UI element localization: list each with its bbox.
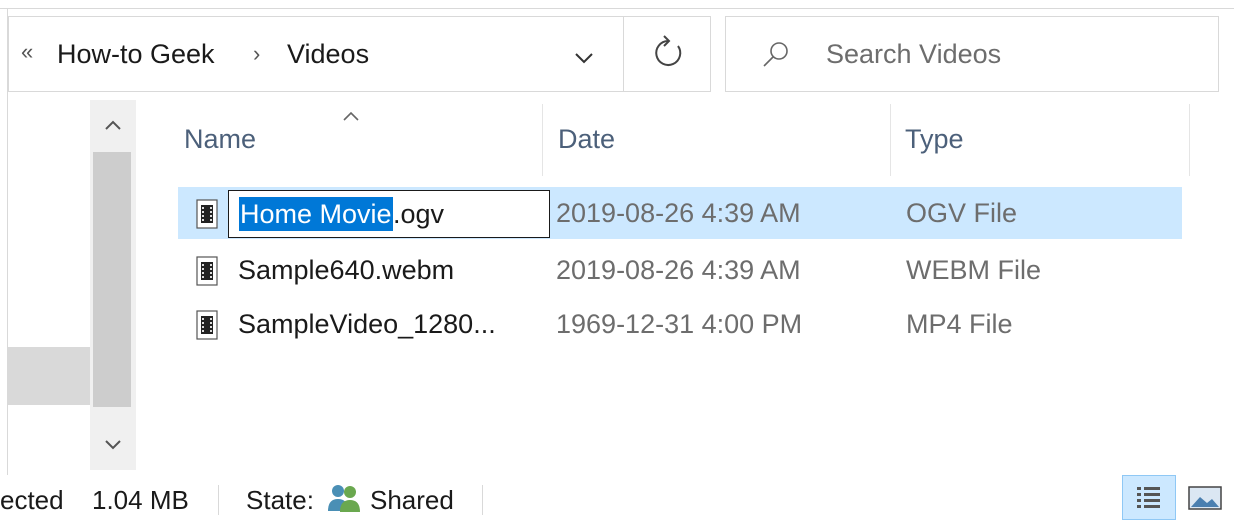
search-icon — [763, 42, 788, 67]
status-selected-count: ected — [0, 485, 64, 515]
video-file-icon — [196, 310, 218, 340]
rename-input[interactable]: Home Movie .ogv — [228, 190, 550, 238]
rename-extension-text: .ogv — [393, 199, 445, 229]
file-date: 2019-08-26 4:39 AM — [556, 255, 801, 285]
column-header-type[interactable]: Type — [890, 104, 1190, 176]
breadcrumb-overflow-button[interactable]: « — [21, 39, 33, 65]
file-date: 2019-08-26 4:39 AM — [556, 198, 801, 228]
window-left-edge — [0, 9, 8, 520]
navigation-selected-item[interactable] — [8, 347, 90, 405]
details-view-button[interactable] — [1122, 475, 1176, 520]
video-file-icon — [196, 199, 218, 229]
breadcrumb-how-to-geek[interactable]: How-to Geek — [57, 39, 215, 70]
file-type: MP4 File — [906, 309, 1013, 339]
status-divider — [482, 485, 483, 515]
status-state-label: State: — [246, 485, 314, 515]
status-size: 1.04 MB — [92, 485, 189, 515]
address-history-dropdown[interactable] — [569, 45, 599, 71]
file-type: WEBM File — [906, 255, 1041, 285]
rename-selected-text: Home Movie — [239, 197, 393, 231]
status-state-value: Shared — [370, 485, 454, 515]
navigation-pane[interactable] — [8, 100, 90, 470]
breadcrumb-videos[interactable]: Videos — [287, 39, 369, 70]
navigation-scrollbar[interactable] — [90, 100, 136, 470]
column-header-date[interactable]: Date — [542, 104, 890, 176]
chevron-down-icon — [575, 53, 593, 64]
file-row[interactable]: Home Movie .ogv 2019-08-26 4:39 AM OGV F… — [178, 187, 1182, 239]
file-row[interactable]: SampleVideo_1280... 1969-12-31 4:00 PM M… — [178, 298, 1182, 350]
sort-ascending-icon — [343, 111, 359, 121]
details-view-icon — [1137, 487, 1160, 508]
window-title-strip — [0, 0, 1234, 9]
file-name: Sample640.webm — [238, 255, 455, 285]
column-label-date: Date — [558, 124, 616, 154]
file-date: 1969-12-31 4:00 PM — [556, 309, 803, 339]
chevron-up-icon — [105, 120, 121, 130]
large-icons-view-icon — [1188, 486, 1222, 510]
refresh-icon — [655, 35, 682, 66]
chevron-down-icon — [105, 440, 121, 450]
file-type: OGV File — [906, 198, 1018, 228]
scroll-thumb[interactable] — [93, 152, 131, 407]
address-bar[interactable]: « How-to Geek › Videos — [8, 16, 711, 92]
scroll-down-button[interactable] — [90, 418, 136, 470]
column-label-type: Type — [905, 124, 964, 154]
large-icons-view-button[interactable] — [1180, 475, 1230, 520]
column-header-name[interactable]: Name — [178, 104, 542, 176]
video-file-icon — [196, 256, 218, 286]
breadcrumb-separator[interactable]: › — [253, 41, 260, 67]
scroll-up-button[interactable] — [90, 100, 136, 152]
column-label-name: Name — [184, 124, 257, 154]
refresh-button[interactable] — [624, 17, 712, 91]
status-divider — [218, 485, 219, 515]
status-bar: ected 1.04 MB State: Shared — [0, 475, 1234, 520]
file-name: SampleVideo_1280... — [238, 309, 496, 339]
search-box[interactable] — [725, 16, 1219, 92]
search-input[interactable] — [826, 35, 1196, 73]
shared-users-icon — [328, 485, 360, 512]
file-row[interactable]: Sample640.webm 2019-08-26 4:39 AM WEBM F… — [178, 244, 1182, 296]
